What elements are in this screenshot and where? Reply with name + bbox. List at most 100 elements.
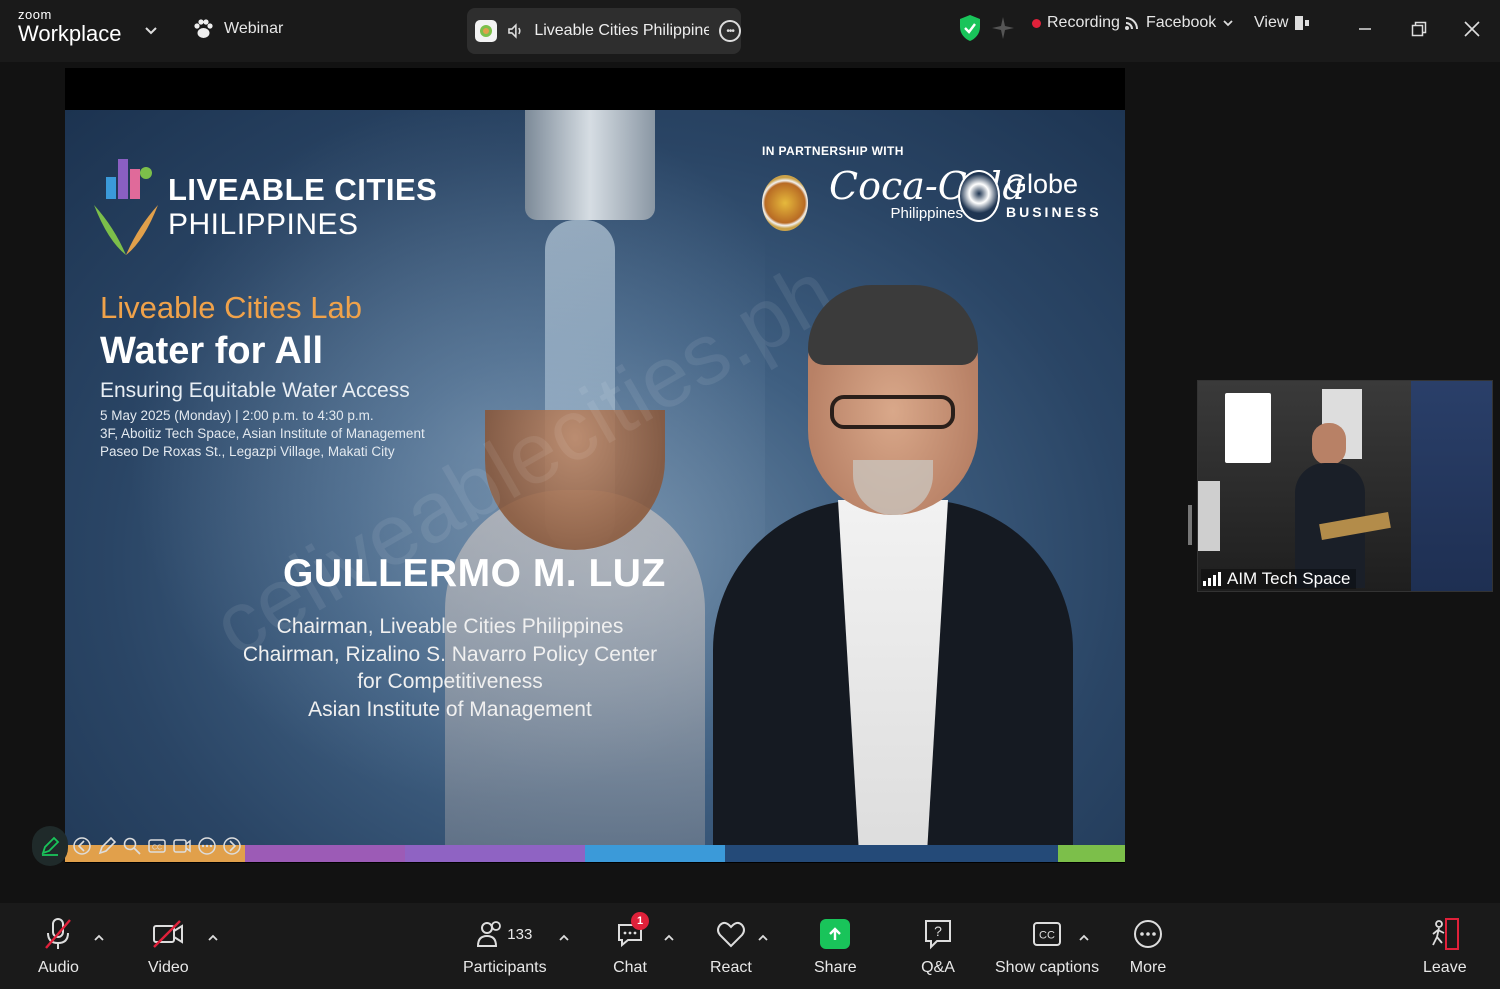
more-tools-button[interactable] [196,835,218,857]
cc-icon: CC [1033,922,1062,946]
share-screen-icon [820,919,851,949]
brand-line-1: LIVEABLE CITIES [168,172,438,208]
speaker-title-line: for Competitiveness [357,670,543,694]
government-seal-logo [762,175,808,231]
live-stream-icon [1125,17,1138,30]
restore-button[interactable] [1404,15,1434,43]
globe-mark-icon [958,170,1000,222]
thumb-label-text: AIM Tech Space [1227,569,1351,588]
chat-label: Chat [613,959,647,976]
more-dots-icon [1134,920,1162,948]
meeting-title-pill[interactable]: Liveable Cities Philippines - I ••• [467,8,741,54]
close-icon [1464,21,1480,37]
react-label: React [710,959,752,976]
minimize-button[interactable] [1350,15,1380,43]
video-caret-icon[interactable] [206,931,220,945]
share-button[interactable]: Share [814,915,857,977]
react-caret-icon[interactable] [756,931,770,945]
zoom-window: zoom Workplace Webinar Liveable Cities P… [0,0,1500,989]
event-venue-1: 3F, Aboitiz Tech Space, Asian Institute … [100,426,425,442]
participants-count: 133 [507,925,533,943]
presentation-slide: celiveablecities.ph LIVEABLE CITIES PHIL… [65,110,1125,862]
speaker-title-line: Asian Institute of Management [308,698,592,722]
thumb-banner [1411,381,1492,591]
event-details: Liveable Cities Lab Water for All Ensuri… [100,290,425,462]
chevron-down-icon[interactable] [143,22,159,38]
thumb-wall-screen [1225,393,1271,463]
meeting-title: Liveable Cities Philippines - I [534,22,710,39]
captions-caret-icon[interactable] [1077,931,1091,945]
speaker-name: GUILLERMO M. LUZ [283,552,666,595]
chat-button[interactable]: 1 Chat [610,912,650,977]
more-label: More [1129,959,1167,976]
draw-tool-button[interactable] [96,835,118,857]
close-window-button[interactable] [1457,15,1487,43]
svg-text:CC: CC [152,845,162,852]
webinar-indicator[interactable]: Webinar [192,18,283,40]
event-headline: Water for All [100,330,324,372]
zoom-tool-button[interactable] [121,835,143,857]
participants-button[interactable]: 133 Participants [463,915,547,977]
video-tool-button[interactable] [171,835,193,857]
annotate-pen-button[interactable] [32,826,68,866]
facebook-stream-menu[interactable]: Facebook [1124,14,1234,32]
speaker-photo [713,285,1073,862]
leave-door-icon [1431,918,1459,950]
view-label: View [1254,14,1289,31]
audio-caret-icon[interactable] [92,931,106,945]
arrow-right-icon [223,837,241,855]
faucet-image [525,110,655,220]
participants-caret-icon[interactable] [557,931,571,945]
leave-button[interactable]: Leave [1423,915,1467,977]
audio-button[interactable]: Audio [38,915,79,977]
qa-button[interactable]: ? Q&A [918,915,958,977]
video-button[interactable]: Video [148,915,189,977]
participants-label: Participants [463,959,547,976]
arrow-left-icon [73,837,91,855]
recording-indicator[interactable]: Recording [1032,14,1120,32]
logo-top: zoom [18,7,52,22]
more-options-icon[interactable]: ••• [719,20,741,42]
liveable-cities-logo: LIVEABLE CITIES PHILIPPINES [90,155,437,259]
signal-bars-icon [1203,572,1221,586]
color-bar-segment [585,845,725,862]
video-off-icon [153,920,184,948]
recording-label: Recording [1047,14,1120,31]
pen-icon [41,836,60,856]
previous-button[interactable] [71,835,93,857]
captions-tool-button[interactable]: CC [146,835,168,857]
show-captions-button[interactable]: CC Show captions [995,915,1099,977]
thumb-wall-screen [1198,481,1220,551]
video-label: Video [148,959,189,976]
lab-title: Liveable Cities Lab [100,290,362,325]
cc-icon: CC [148,839,166,853]
recording-dot-icon [1032,18,1041,28]
view-menu[interactable]: View [1254,14,1310,32]
svg-text:?: ? [934,923,942,939]
participant-video-thumbnail[interactable]: AIM Tech Space [1197,380,1493,592]
share-label: Share [814,959,857,976]
title-bar: zoom Workplace Webinar Liveable Cities P… [0,0,1500,62]
magnifier-icon [123,837,141,855]
react-button[interactable]: React [710,915,752,977]
color-bar-segment [1058,845,1125,862]
chat-caret-icon[interactable] [662,931,676,945]
meeting-controls: Audio Video 133 Participants 1 Chat Reac… [0,903,1500,989]
question-icon: ? [925,920,951,950]
audio-label: Audio [38,959,79,976]
security-shield-icon[interactable] [958,14,982,42]
minimize-icon [1359,28,1371,30]
sparkle-icon[interactable] [991,16,1015,40]
facebook-label: Facebook [1146,14,1217,31]
more-dots-icon [198,837,216,855]
participants-icon [477,921,502,947]
chevron-down-icon [1223,20,1233,27]
city-hands-logo-icon [94,159,158,255]
more-button[interactable]: More [1128,915,1168,977]
thumbnail-resize-handle[interactable] [1188,505,1192,545]
zoom-workplace-logo: zoom Workplace [18,8,122,45]
speaker-title-line: Chairman, Liveable Cities Philippines [276,615,624,638]
next-button[interactable] [221,835,243,857]
color-bar-segment [725,845,1058,862]
color-bar-segment [405,845,585,862]
